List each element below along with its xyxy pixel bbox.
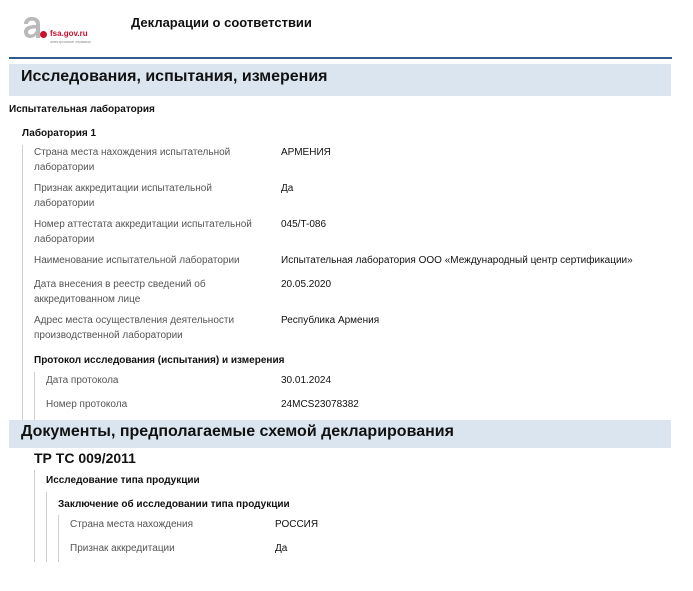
header-divider: [9, 57, 672, 59]
page-header: fsa.gov.ru электронные сервисы Деклараци…: [0, 0, 693, 56]
field-label-activity-address: Адрес места осуществления деятельности п…: [34, 315, 235, 341]
field-value-doc-accreditation: Да: [275, 543, 288, 554]
field-label-lab-name: Наименование испытательной лаборатории: [34, 255, 240, 266]
protocol-heading: Протокол исследования (испытания) и изме…: [34, 355, 285, 366]
lab-indent-line: [22, 145, 23, 423]
logo-subtext: электронные сервисы: [50, 39, 91, 44]
study-heading: Исследование типа продукции: [46, 475, 200, 486]
documents-section-header: Документы, предполагаемые схемой деклари…: [9, 420, 671, 448]
field-label-doc-accreditation: Признак аккредитации: [70, 543, 175, 554]
research-section-header: Исследования, испытания, измерения: [9, 64, 671, 96]
field-value-country: РОССИЯ: [275, 519, 319, 530]
field-value-protocol-date: 30.01.2024: [281, 375, 332, 386]
lab-name: Лаборатория 1: [22, 128, 97, 139]
study-indent-line: [46, 492, 47, 562]
field-value-activity-address: Республика Армения: [281, 315, 380, 326]
fsa-logo[interactable]: fsa.gov.ru электронные сервисы: [22, 14, 112, 46]
documents-section-title: Документы, предполагаемые схемой деклари…: [21, 423, 454, 440]
field-value-certificate-number: 045/T-086: [281, 219, 327, 230]
regulation-indent-line: [34, 470, 35, 562]
logo-dot: [40, 31, 47, 38]
field-value-lab-country: АРМЕНИЯ: [281, 147, 331, 158]
conclusion-heading: Заключение об исследовании типа продукци…: [58, 499, 290, 510]
research-section-title: Исследования, испытания, измерения: [21, 68, 328, 85]
field-label-registry-date: Дата внесения в реестр сведений об аккре…: [34, 279, 206, 305]
field-label-protocol-number: Номер протокола: [46, 399, 128, 410]
field-value-registry-date: 20.05.2020: [281, 279, 332, 290]
field-value-lab-name: Испытательная лаборатория ООО «Междунаро…: [281, 255, 633, 266]
field-value-protocol-number: 24MCS23078382: [281, 399, 359, 410]
field-label-accreditation: Признак аккредитации испытательной лабор…: [34, 183, 212, 209]
conclusion-indent-line: [58, 515, 59, 562]
field-label-certificate-number: Номер аттестата аккредитации испытательн…: [34, 219, 252, 245]
field-label-protocol-date: Дата протокола: [46, 375, 119, 386]
fsa-logo-icon: [24, 17, 40, 38]
page-title: Декларации о соответствии: [131, 15, 312, 30]
lab-heading: Испытательная лаборатория: [9, 104, 155, 115]
field-value-accreditation: Да: [281, 183, 294, 194]
regulation-title: ТР ТС 009/2011: [34, 450, 136, 466]
protocol-indent-line: [34, 372, 35, 422]
logo-text: fsa.gov.ru: [50, 29, 88, 38]
field-label-lab-country: Страна места нахождения испытательной ла…: [34, 147, 231, 173]
field-label-country: Страна места нахождения: [70, 519, 194, 530]
